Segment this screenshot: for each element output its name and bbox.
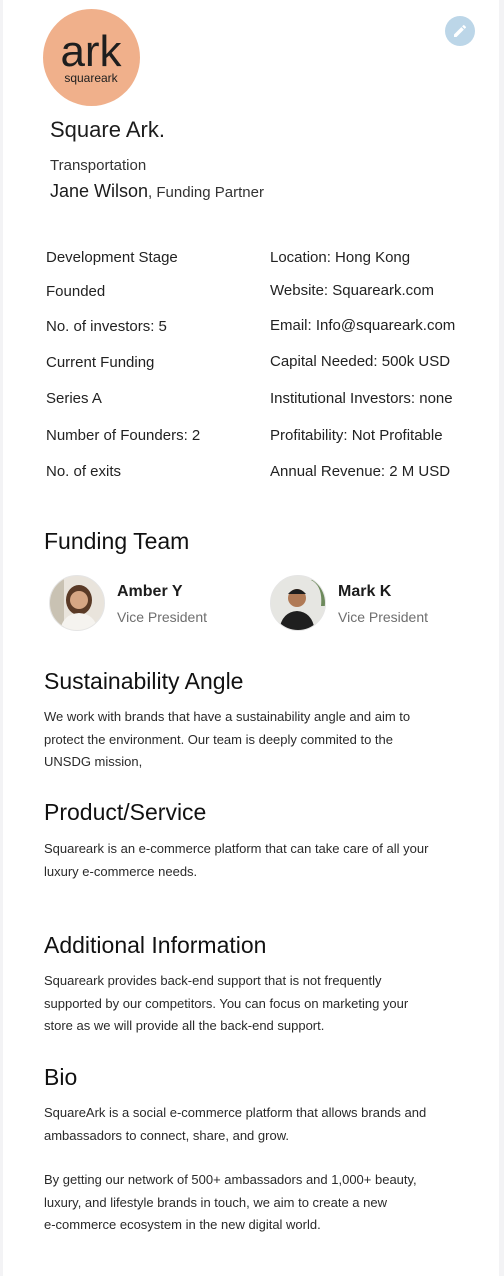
text-line: luxury e-commerce needs.: [44, 863, 198, 879]
product-title: Product/Service: [44, 799, 207, 825]
member-name: Amber Y: [117, 583, 183, 600]
detail-exits: No. of exits: [46, 463, 122, 480]
profile-card: ark squareark Square Ark. Transportation…: [3, 0, 499, 1276]
sustainability-text: We work with brands that have a sustaina…: [44, 706, 464, 774]
team-member-card[interactable]: Mark K Vice President: [270, 575, 470, 633]
avatar: [49, 575, 105, 631]
detail-annual-revenue: Annual Revenue: 2 M USD: [270, 463, 451, 480]
additional-info-text: Squareark provides back-end support that…: [44, 970, 464, 1038]
additional-info-title: Additional Information: [44, 932, 267, 958]
company-industry: Transportation: [50, 157, 147, 174]
text-line: SquareArk is a social e-commerce platfor…: [44, 1105, 427, 1120]
detail-capital-needed: Capital Needed: 500k USD: [270, 353, 451, 370]
detail-institutional-investors: Institutional Investors: none: [270, 390, 453, 407]
detail-website: Website: Squareark.com: [270, 282, 434, 299]
bio-paragraph-1: SquareArk is a social e-commerce platfor…: [44, 1102, 464, 1147]
contact-name: Jane Wilson: [50, 181, 149, 201]
detail-series: Series A: [46, 390, 102, 407]
bio-paragraph-2: By getting our network of 500+ ambassado…: [44, 1169, 464, 1237]
bio-title: Bio: [44, 1064, 78, 1090]
text-line: ambassadors to connect, share, and grow.: [44, 1127, 289, 1143]
text-line: By getting our network of 500+ ambassado…: [44, 1172, 417, 1187]
company-name: Square Ark.: [50, 117, 165, 142]
detail-founders-count: Number of Founders: 2: [46, 427, 201, 444]
text-line: store as we will provide all the back-en…: [44, 1018, 325, 1033]
edit-button[interactable]: [445, 16, 475, 46]
detail-investors-count: No. of investors: 5: [46, 318, 167, 335]
team-member-card[interactable]: Amber Y Vice President: [49, 575, 249, 633]
text-line: supported by our competitors. You can fo…: [44, 995, 409, 1011]
detail-email: Email: Info@squareark.com: [270, 317, 456, 334]
text-line: luxury, and lifestyle brands in touch, w…: [44, 1194, 387, 1210]
pencil-icon: [454, 24, 467, 37]
detail-development-stage: Development Stage: [46, 249, 178, 266]
svg-text:ark: ark: [60, 27, 122, 76]
detail-current-funding: Current Funding: [46, 354, 155, 371]
funding-team-title: Funding Team: [44, 528, 190, 554]
contact-person: Jane Wilson, Funding Partner: [50, 181, 264, 202]
text-line: Squareark is an e-commerce platform that…: [44, 841, 429, 856]
avatar: [270, 575, 326, 631]
member-name: Mark K: [338, 583, 392, 600]
member-role: Vice President: [117, 609, 208, 625]
text-line: Squareark provides back-end support that…: [44, 973, 382, 988]
member-role: Vice President: [338, 609, 429, 625]
text-line: protect the environment. Our team is dee…: [44, 731, 394, 747]
detail-founded: Founded: [46, 283, 106, 300]
company-logo: ark squareark: [43, 9, 140, 106]
svg-text:squareark: squareark: [64, 71, 118, 85]
detail-profitability: Profitability: Not Profitable: [270, 427, 443, 444]
sustainability-title: Sustainability Angle: [44, 668, 244, 694]
detail-location: Location: Hong Kong: [270, 249, 411, 266]
text-line: UNSDG mission,: [44, 754, 143, 769]
contact-role: , Funding Partner: [148, 184, 264, 201]
text-line: We work with brands that have a sustaina…: [44, 709, 411, 724]
product-text: Squareark is an e-commerce platform that…: [44, 838, 464, 883]
text-line: e-commerce ecosystem in the new digital …: [44, 1217, 321, 1232]
